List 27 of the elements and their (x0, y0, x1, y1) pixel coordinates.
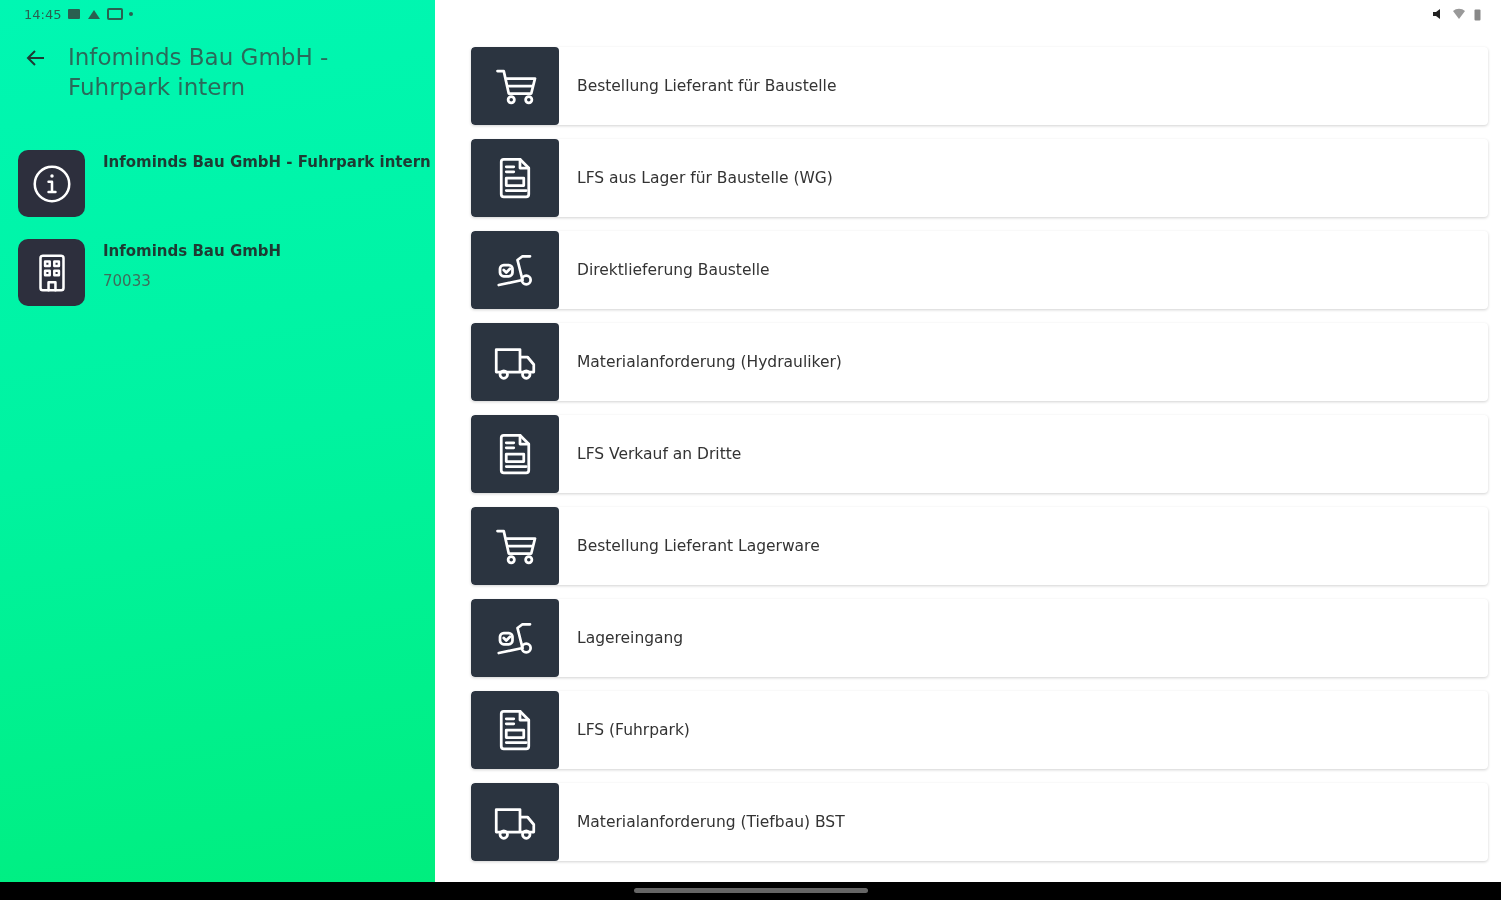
document-type-card[interactable]: Bestellung Lieferant Lagerware (471, 507, 1488, 585)
document-type-label: Materialanforderung (Hydrauliker) (577, 353, 842, 371)
document-type-label: LFS (Fuhrpark) (577, 721, 690, 739)
document-type-card[interactable]: Materialanforderung (Tiefbau) BST (471, 783, 1488, 861)
document-type-label: LFS aus Lager für Baustelle (WG) (577, 169, 833, 187)
wifi-icon (1452, 8, 1466, 20)
image-icon (67, 8, 82, 20)
document-type-label: Bestellung Lieferant für Baustelle (577, 77, 837, 95)
document-type-card[interactable]: Direktlieferung Baustelle (471, 231, 1488, 309)
dot-icon (129, 12, 134, 16)
item-title: Infominds Bau GmbH - Fuhrpark intern (103, 153, 431, 171)
document-type-card[interactable]: LFS (Fuhrpark) (471, 691, 1488, 769)
item-number: 70033 (103, 272, 152, 290)
document-type-label: Bestellung Lieferant Lagerware (577, 537, 820, 555)
status-time: 14:45 (24, 6, 62, 22)
item-title: Infominds Bau GmbH (103, 242, 282, 260)
document-type-label: LFS Verkauf an Dritte (577, 445, 742, 463)
document-type-label: Lagereingang (577, 629, 684, 647)
page-title: Infominds Bau GmbH - Fuhrpark intern (68, 43, 330, 102)
document-type-label: Direktlieferung Baustelle (577, 261, 770, 279)
document-type-card[interactable]: LFS aus Lager für Baustelle (WG) (471, 139, 1488, 217)
document-type-card[interactable]: Bestellung Lieferant für Baustelle (471, 47, 1488, 125)
document-type-card[interactable]: Materialanforderung (Hydrauliker) (471, 323, 1488, 401)
document-type-card[interactable]: Lagereingang (471, 599, 1488, 677)
document-type-card[interactable]: LFS Verkauf an Dritte (471, 415, 1488, 493)
battery-icon (1474, 7, 1481, 21)
document-type-label: Materialanforderung (Tiefbau) BST (577, 813, 845, 831)
